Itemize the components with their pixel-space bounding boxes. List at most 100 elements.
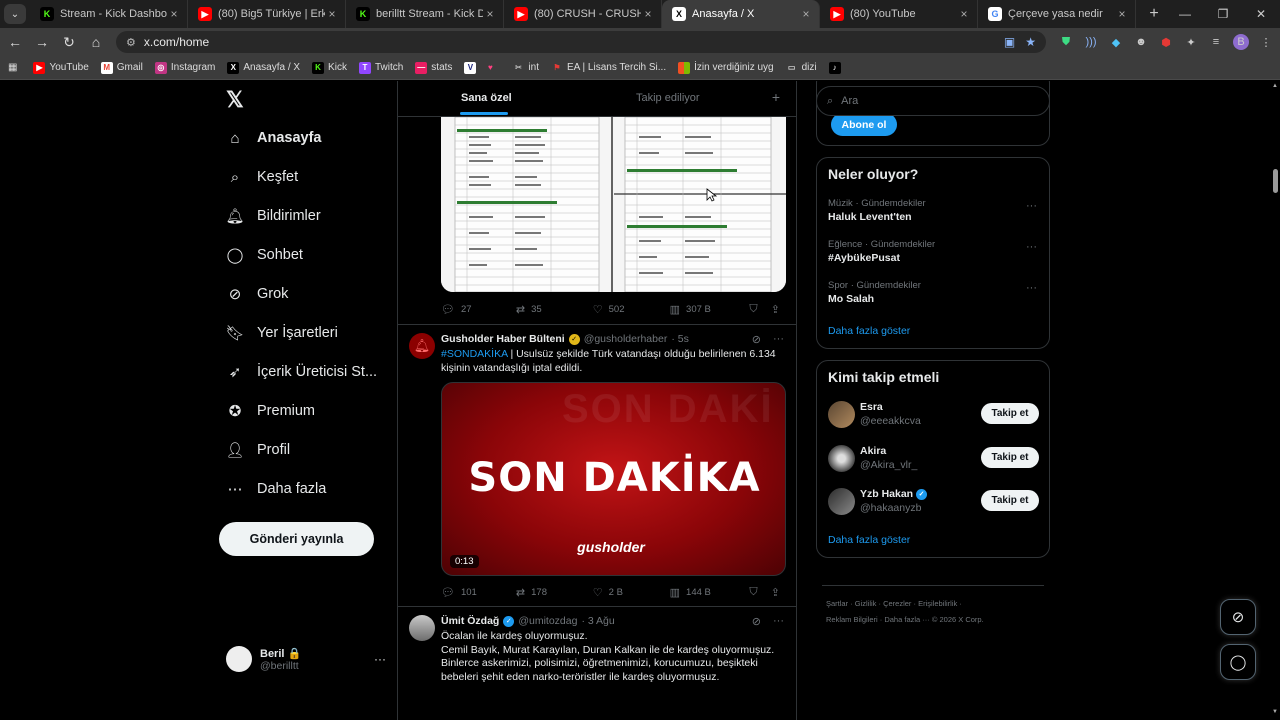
bookmark-post-button[interactable]: ⛉ <box>749 303 770 316</box>
grok-icon[interactable]: ⊘ <box>752 615 761 628</box>
nav-item-grok[interactable]: ⊘ Grok <box>226 279 289 309</box>
hashtag-link[interactable]: #SONDAKİKA <box>441 348 508 360</box>
avatar[interactable] <box>828 401 855 428</box>
post-image-document[interactable] <box>441 117 786 292</box>
search-input[interactable]: ⌕ Ara <box>816 86 1050 116</box>
sound-icon[interactable]: ))) <box>1083 34 1099 50</box>
bookmark-heart[interactable]: ♥ <box>484 62 500 74</box>
extension-face-icon[interactable]: ☻ <box>1133 34 1149 50</box>
close-window-icon[interactable]: ✕ <box>1242 0 1280 28</box>
bookmark-twitch[interactable]: T Twitch <box>358 61 403 74</box>
grok-icon[interactable]: ⊘ <box>752 333 761 346</box>
tab-following[interactable]: Takip ediliyor <box>636 92 700 104</box>
post-button[interactable]: Gönderi yayınla <box>219 522 374 556</box>
x-logo-icon[interactable]: 𝕏 <box>226 87 244 113</box>
bookmark-gmail[interactable]: M Gmail <box>100 61 143 74</box>
nav-item-creator-studio[interactable]: ➶ İçerik Üreticisi St... <box>226 357 377 387</box>
puzzle-icon[interactable]: ✦ <box>1183 34 1199 50</box>
browser-tab[interactable]: ▶ (80) Big5 Türkiye | Erkek Hazırlık × <box>188 0 346 28</box>
nav-item-profile[interactable]: 👤︎ Profil <box>225 435 290 465</box>
nav-item-notifications[interactable]: 🔔︎ Bildirimler <box>225 201 320 231</box>
more-dots-icon[interactable]: ··· <box>773 615 784 628</box>
menu-dots-icon[interactable]: ⋮ <box>1258 34 1274 50</box>
shield-icon[interactable]: ⛊ <box>1058 34 1074 50</box>
bookmark-kick[interactable]: K Kick <box>312 61 347 74</box>
more-dots-icon[interactable]: ··· <box>773 333 784 346</box>
account-switcher[interactable]: Beril 🔒 @berilltt ··· <box>226 644 386 674</box>
minimize-icon[interactable]: — <box>1166 0 1204 28</box>
follow-button[interactable]: Takip et <box>981 447 1039 468</box>
bookmark-instagram[interactable]: ◎ Instagram <box>154 61 215 74</box>
page-scrollbar[interactable]: ▲ ▼ <box>1271 81 1280 720</box>
bookmark-v[interactable]: V <box>464 61 480 74</box>
reply-button[interactable]: 💬︎ 27 <box>441 303 516 316</box>
address-bar[interactable]: ⚙ x.com/home ▣ ★ <box>116 31 1046 53</box>
forward-icon[interactable]: → <box>30 34 54 50</box>
show-more-link[interactable]: Daha fazla göster <box>828 534 910 546</box>
add-tab-icon[interactable]: + <box>772 89 780 105</box>
author-name[interactable]: Gusholder Haber Bülteni <box>441 333 565 345</box>
nav-item-premium[interactable]: ✪ Premium <box>226 396 315 426</box>
close-icon[interactable]: × <box>641 7 655 21</box>
apps-icon[interactable]: ▦ <box>8 62 17 73</box>
share-button[interactable]: ⇪ <box>771 303 786 316</box>
more-dots-icon[interactable]: ··· <box>1026 241 1037 253</box>
follow-button[interactable]: Takip et <box>981 403 1039 424</box>
close-icon[interactable]: × <box>799 7 813 21</box>
post-time[interactable]: · 5s <box>671 333 689 345</box>
bookmark-tiktok[interactable]: ♪ <box>828 61 845 74</box>
footer-links[interactable]: Reklam Bilgileri · Daha fazla ··· © 2026… <box>826 615 984 624</box>
bookmark-int[interactable]: ✂ int <box>512 62 539 74</box>
close-icon[interactable]: × <box>957 7 971 21</box>
trend-item[interactable]: Haluk Levent'ten <box>828 211 912 223</box>
like-button[interactable]: ♡ 2 B <box>593 586 670 599</box>
reload-icon[interactable]: ↻ <box>57 34 81 51</box>
subscribe-button[interactable]: Abone ol <box>831 113 897 136</box>
messages-floating-button[interactable]: ◯ <box>1220 644 1256 680</box>
trend-item[interactable]: Mo Salah <box>828 293 874 305</box>
post-video[interactable]: SON DAKİ SON DAKİKA gusholder 0:13 <box>441 382 786 576</box>
suggested-user-name[interactable]: Akira <box>860 445 886 457</box>
avatar[interactable] <box>828 445 855 472</box>
tab-search-button[interactable]: ⌄ <box>4 4 26 24</box>
author-handle[interactable]: @umitozdag <box>518 615 577 627</box>
nav-item-explore[interactable]: ⌕ Keşfet <box>226 162 298 192</box>
bookmark-youtube[interactable]: ▶ YouTube <box>33 61 89 74</box>
close-icon[interactable]: × <box>167 7 181 21</box>
grok-floating-button[interactable]: ⊘ <box>1220 599 1256 635</box>
repost-button[interactable]: ⇄ 35 <box>516 303 593 316</box>
avatar[interactable] <box>409 615 435 641</box>
more-dots-icon[interactable]: ··· <box>1026 200 1037 212</box>
browser-tab[interactable]: K berilltt Stream - Kick Dashboard × <box>346 0 504 28</box>
bookmark-post-button[interactable]: ⛉ <box>749 586 770 599</box>
bookmark-star-icon[interactable]: ★ <box>1025 35 1036 49</box>
reply-button[interactable]: 💬︎ 101 <box>441 586 516 599</box>
browser-tab[interactable]: ▶ (80) CRUSH - CRUSH! | Offi × <box>504 0 662 28</box>
repost-button[interactable]: ⇄ 178 <box>516 586 593 599</box>
author-name[interactable]: Ümit Özdağ <box>441 615 499 627</box>
bookmark-x[interactable]: X Anasayfa / X <box>227 61 300 74</box>
close-icon[interactable]: × <box>483 7 497 21</box>
nav-item-bookmarks[interactable]: 🔖︎ Yer İşaretleri <box>225 318 337 348</box>
follow-button[interactable]: Takip et <box>981 490 1039 511</box>
views-button[interactable]: ▥ 307 B <box>670 303 750 316</box>
avatar[interactable] <box>828 488 855 515</box>
profile-avatar[interactable]: B <box>1233 34 1249 50</box>
like-button[interactable]: ♡ 502 <box>593 303 670 316</box>
show-more-link[interactable]: Daha fazla göster <box>828 325 910 337</box>
home-page-icon[interactable]: ⌂ <box>84 34 108 50</box>
close-icon[interactable]: × <box>325 7 339 21</box>
scroll-up-icon[interactable]: ▲ <box>1272 83 1278 89</box>
nav-item-home[interactable]: ⌂ Anasayfa <box>226 123 321 153</box>
restore-icon[interactable]: ❐ <box>1204 0 1242 28</box>
footer-links[interactable]: Şartlar · Gizlilik · Çerezler · Erişileb… <box>826 599 962 608</box>
views-button[interactable]: ▥ 144 B <box>670 586 750 599</box>
avatar[interactable]: 🔔︎ <box>409 333 435 359</box>
bookmark-folder-dizi[interactable]: ▭ dizi <box>786 62 817 74</box>
media-queue-icon[interactable]: ≡ <box>1208 34 1224 50</box>
trend-item[interactable]: #AybükePusat <box>828 252 900 264</box>
diamond-icon[interactable]: ◆ <box>1108 34 1124 50</box>
post-time[interactable]: · 3 Ağu <box>581 615 614 627</box>
browser-tab[interactable]: K Stream - Kick Dashboard × <box>30 0 188 28</box>
extension-red-icon[interactable]: ⬢ <box>1158 34 1174 50</box>
